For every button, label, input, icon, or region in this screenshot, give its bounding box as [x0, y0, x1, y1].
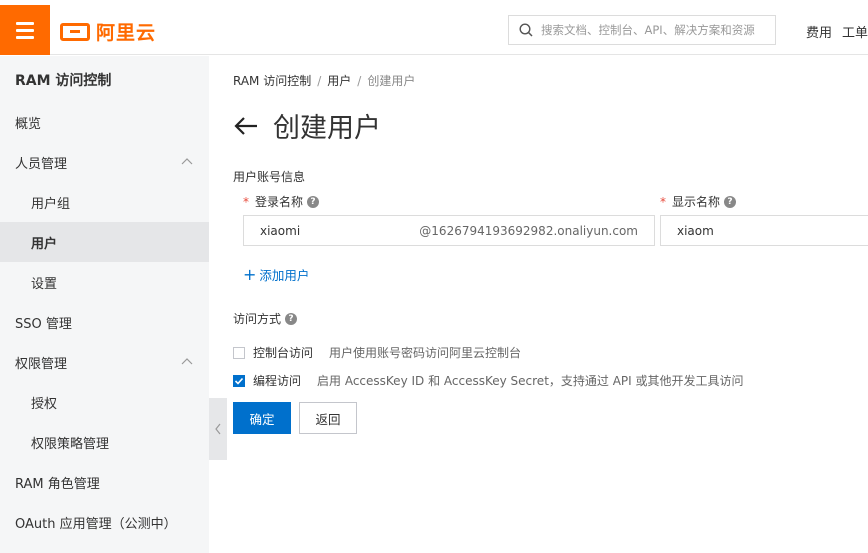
confirm-button[interactable]: 确定 — [233, 402, 291, 434]
account-section-label: 用户账号信息 — [233, 170, 306, 184]
breadcrumb-item-current: 创建用户 — [367, 74, 416, 88]
help-icon[interactable]: ? — [285, 312, 298, 325]
programmatic-access-label: 编程访问 — [253, 374, 302, 388]
breadcrumb-item-ram[interactable]: RAM 访问控制 — [233, 74, 311, 88]
menu-button[interactable] — [0, 5, 50, 55]
sidebar-item-groups[interactable]: 用户组 — [0, 182, 209, 222]
sidebar-item-identities[interactable]: 人员管理 — [0, 142, 209, 182]
sidebar-item-grants[interactable]: 授权 — [0, 382, 209, 422]
console-access-checkbox[interactable] — [233, 346, 245, 359]
login-name-label: * 登录名称 ? — [243, 193, 320, 210]
search-input[interactable] — [541, 23, 766, 37]
login-name-suffix: @1626794193692982.onaliyun.com — [419, 224, 638, 238]
page-title: 创建用户 — [273, 113, 381, 144]
sidebar-title: RAM 访问控制 — [15, 73, 112, 89]
programmatic-access-desc: 启用 AccessKey ID 和 AccessKey Secret，支持通过 … — [317, 374, 744, 388]
page-header: 创建用户 — [233, 106, 381, 145]
check-icon — [234, 377, 244, 385]
login-name-input[interactable] — [260, 223, 440, 238]
chevron-left-icon — [215, 423, 221, 435]
sidebar-collapse-handle[interactable] — [209, 398, 227, 460]
breadcrumb-item-users[interactable]: 用户 — [327, 74, 351, 88]
console-access-label: 控制台访问 — [253, 346, 314, 360]
sidebar: RAM 访问控制 概览 人员管理 用户组 用户 设置 SSO 管理 权限管理 授… — [0, 56, 209, 553]
console-access-desc: 用户使用账号密码访问阿里云控制台 — [329, 346, 522, 360]
sidebar-item-permissions[interactable]: 权限管理 — [0, 342, 209, 382]
programmatic-access-checkbox[interactable] — [233, 374, 245, 387]
help-icon[interactable]: ? — [307, 195, 320, 208]
display-name-input[interactable] — [677, 223, 857, 238]
aliyun-logo[interactable]: 阿里云 — [60, 18, 156, 45]
top-link-billing[interactable]: 费用 — [806, 22, 832, 41]
sidebar-item-policies[interactable]: 权限策略管理 — [0, 422, 209, 462]
search-box[interactable] — [508, 15, 776, 45]
top-bar: 阿里云 费用 工单 — [0, 0, 868, 55]
sidebar-item-oauth[interactable]: OAuth 应用管理（公测中） — [0, 502, 209, 542]
display-name-field[interactable] — [660, 215, 868, 246]
access-section-label: 访问方式 ? — [233, 310, 298, 327]
back-button[interactable]: 返回 — [299, 402, 357, 434]
top-link-tickets[interactable]: 工单 — [842, 22, 868, 41]
sidebar-item-sso[interactable]: SSO 管理 — [0, 302, 209, 342]
search-icon — [519, 23, 533, 37]
sidebar-item-roles[interactable]: RAM 角色管理 — [0, 462, 209, 502]
sidebar-item-settings[interactable]: 设置 — [0, 262, 209, 302]
logo-mark-icon — [60, 22, 90, 41]
sidebar-item-users[interactable]: 用户 — [0, 222, 209, 262]
breadcrumb: RAM 访问控制 / 用户 / 创建用户 — [233, 74, 416, 88]
sidebar-item-overview[interactable]: 概览 — [0, 102, 209, 142]
login-name-field[interactable]: @1626794193692982.onaliyun.com — [243, 215, 655, 246]
plus-icon: + — [243, 264, 257, 284]
console-access-option[interactable]: 控制台访问 用户使用账号密码访问阿里云控制台 — [233, 344, 521, 361]
display-name-label: * 显示名称 ? — [660, 193, 737, 210]
chevron-up-icon — [181, 158, 193, 165]
chevron-up-icon — [181, 358, 193, 365]
hamburger-icon — [16, 21, 34, 25]
back-arrow-icon[interactable] — [233, 116, 259, 136]
add-user-button[interactable]: + 添加用户 — [243, 265, 309, 284]
logo-text: 阿里云 — [96, 22, 157, 44]
programmatic-access-option[interactable]: 编程访问 启用 AccessKey ID 和 AccessKey Secret，… — [233, 372, 744, 389]
help-icon[interactable]: ? — [724, 195, 737, 208]
